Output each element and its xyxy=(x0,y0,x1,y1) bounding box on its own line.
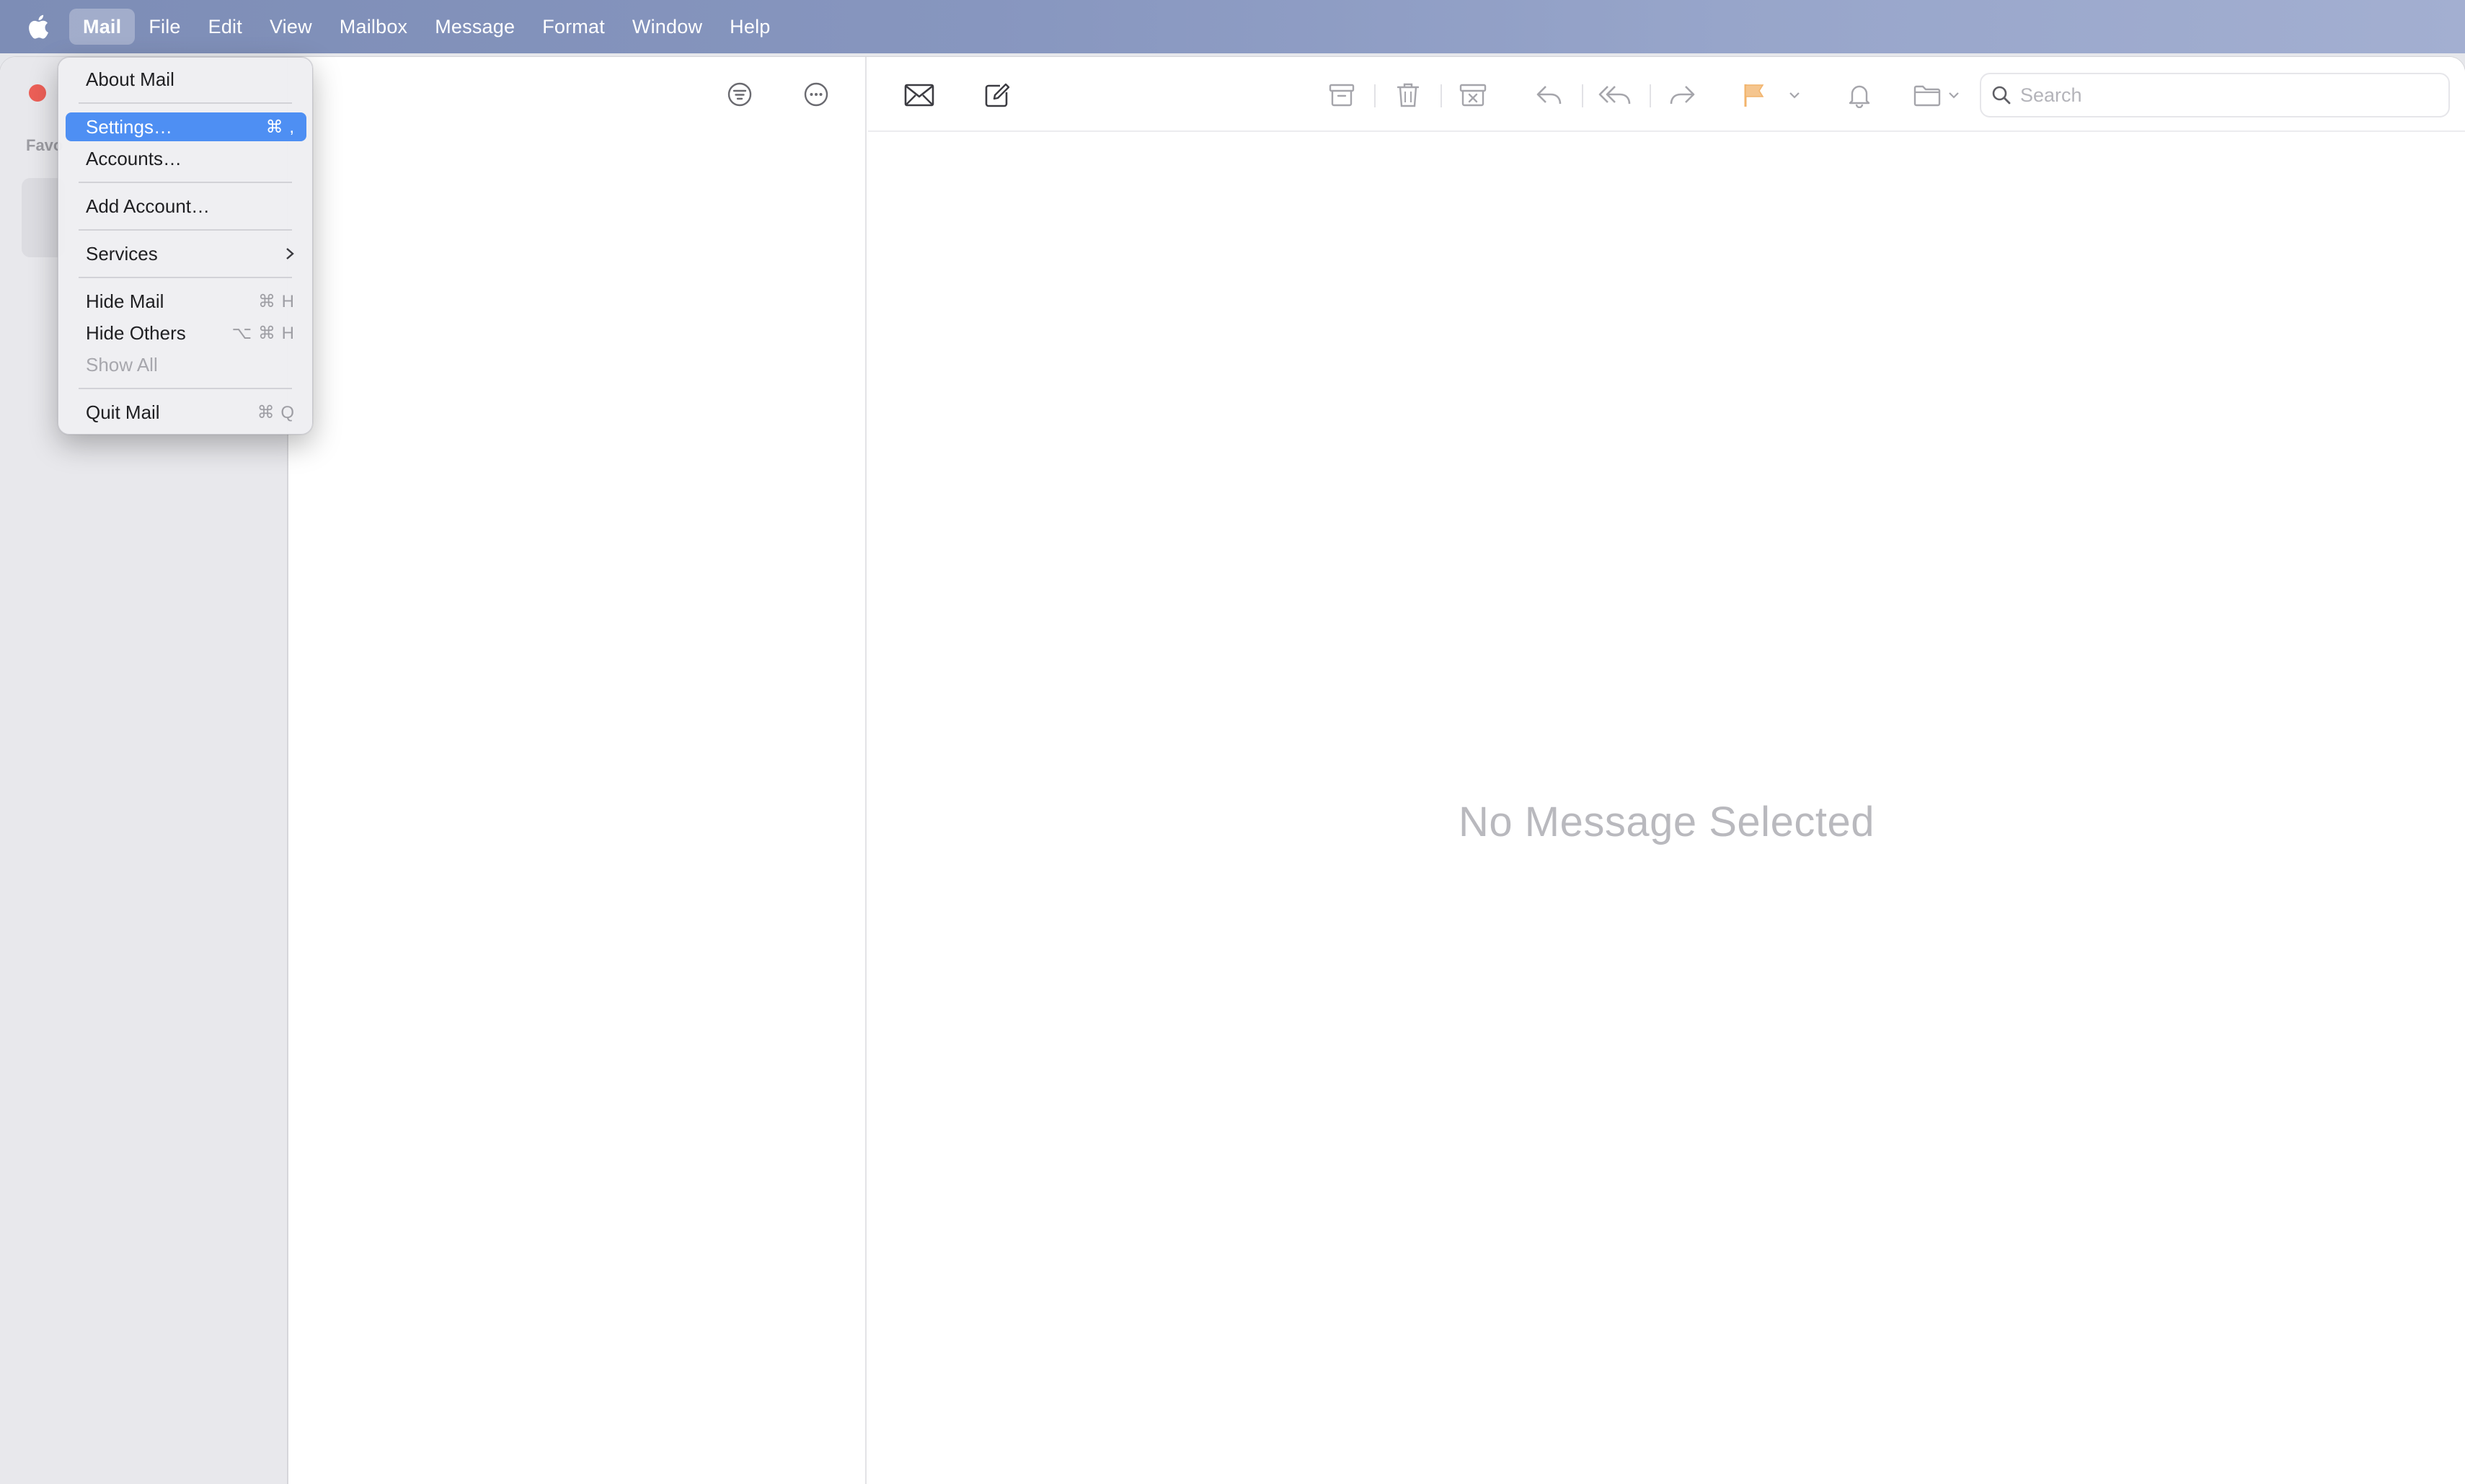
menu-separator xyxy=(79,102,292,104)
menu-separator xyxy=(79,388,292,389)
menu-item-label: About Mail xyxy=(86,68,174,90)
chevron-right-icon xyxy=(285,246,295,261)
bell-icon[interactable] xyxy=(1843,79,1876,112)
menu-item-label: Show All xyxy=(86,353,158,376)
menu-separator xyxy=(79,277,292,278)
forward-icon[interactable] xyxy=(1665,79,1699,112)
search-input[interactable] xyxy=(2019,83,2422,107)
menu-help[interactable]: Help xyxy=(716,9,784,45)
chevron-down-icon[interactable] xyxy=(1785,79,1804,112)
message-list xyxy=(290,57,867,1484)
menu-item-add-account[interactable]: Add Account… xyxy=(66,192,306,221)
menu-bar: Mail File Edit View Mailbox Message Form… xyxy=(0,0,2465,53)
menu-format[interactable]: Format xyxy=(528,9,619,45)
menu-item-show-all: Show All xyxy=(66,350,306,379)
menu-item-settings[interactable]: Settings… ⌘ , xyxy=(66,112,306,141)
chevron-down-icon[interactable] xyxy=(1945,79,1962,112)
menu-item-shortcut: ⌘ , xyxy=(265,117,295,137)
menu-item-quit-mail[interactable]: Quit Mail ⌘ Q xyxy=(66,398,306,427)
menu-view[interactable]: View xyxy=(256,9,326,45)
menu-item-label: Accounts… xyxy=(86,147,182,169)
menu-separator xyxy=(79,182,292,183)
mail-window: Favo Search No Message Selected xyxy=(0,57,2465,1484)
reply-icon[interactable] xyxy=(1533,79,1566,112)
filter-icon[interactable] xyxy=(724,79,756,110)
menu-mailbox[interactable]: Mailbox xyxy=(326,9,421,45)
menu-mail[interactable]: Mail xyxy=(69,9,136,45)
get-mail-icon[interactable] xyxy=(901,79,937,112)
more-icon[interactable] xyxy=(800,79,832,110)
menu-message[interactable]: Message xyxy=(421,9,528,45)
apple-icon[interactable] xyxy=(26,13,50,40)
menu-item-label: Hide Mail xyxy=(86,290,164,312)
menu-item-label: Add Account… xyxy=(86,195,210,217)
message-viewer: No Message Selected xyxy=(868,57,2465,1484)
menu-item-shortcut: ⌘ Q xyxy=(257,402,295,422)
search-icon xyxy=(1991,85,2012,105)
menu-edit[interactable]: Edit xyxy=(195,9,256,45)
menu-item-hide-others[interactable]: Hide Others ⌥ ⌘ H xyxy=(66,319,306,347)
trash-icon[interactable] xyxy=(1391,79,1425,112)
menu-item-label: Quit Mail xyxy=(86,401,160,423)
menu-item-services[interactable]: Services xyxy=(66,239,306,268)
menu-item-accounts[interactable]: Accounts… xyxy=(66,144,306,173)
close-window-button[interactable] xyxy=(29,84,46,102)
menu-item-about-mail[interactable]: About Mail xyxy=(66,65,306,94)
toolbar-divider xyxy=(1650,84,1651,107)
toolbar-divider xyxy=(1441,84,1442,107)
menu-separator xyxy=(79,229,292,231)
compose-icon[interactable] xyxy=(979,79,1015,112)
menu-item-hide-mail[interactable]: Hide Mail ⌘ H xyxy=(66,287,306,316)
mail-menu-dropdown: About Mail Settings… ⌘ , Accounts… Add A… xyxy=(58,57,313,435)
menu-item-shortcut: ⌘ H xyxy=(258,291,295,311)
no-message-selected-label: No Message Selected xyxy=(1459,799,1875,845)
menu-window[interactable]: Window xyxy=(619,9,716,45)
toolbar-divider xyxy=(1582,84,1583,107)
move-to-folder-icon[interactable] xyxy=(1911,79,1944,112)
junk-icon[interactable] xyxy=(1456,79,1490,112)
menu-item-label: Settings… xyxy=(86,115,172,138)
menu-file[interactable]: File xyxy=(135,9,194,45)
toolbar-divider xyxy=(1374,84,1376,107)
flag-icon[interactable] xyxy=(1738,79,1771,112)
reply-all-icon[interactable] xyxy=(1595,79,1635,112)
menu-item-shortcut: ⌥ ⌘ H xyxy=(231,323,295,343)
viewer-toolbar xyxy=(868,57,2465,132)
archive-icon[interactable] xyxy=(1325,79,1358,112)
search-field[interactable] xyxy=(1980,73,2450,117)
menu-item-label: Services xyxy=(86,242,158,265)
menu-item-label: Hide Others xyxy=(86,321,186,344)
